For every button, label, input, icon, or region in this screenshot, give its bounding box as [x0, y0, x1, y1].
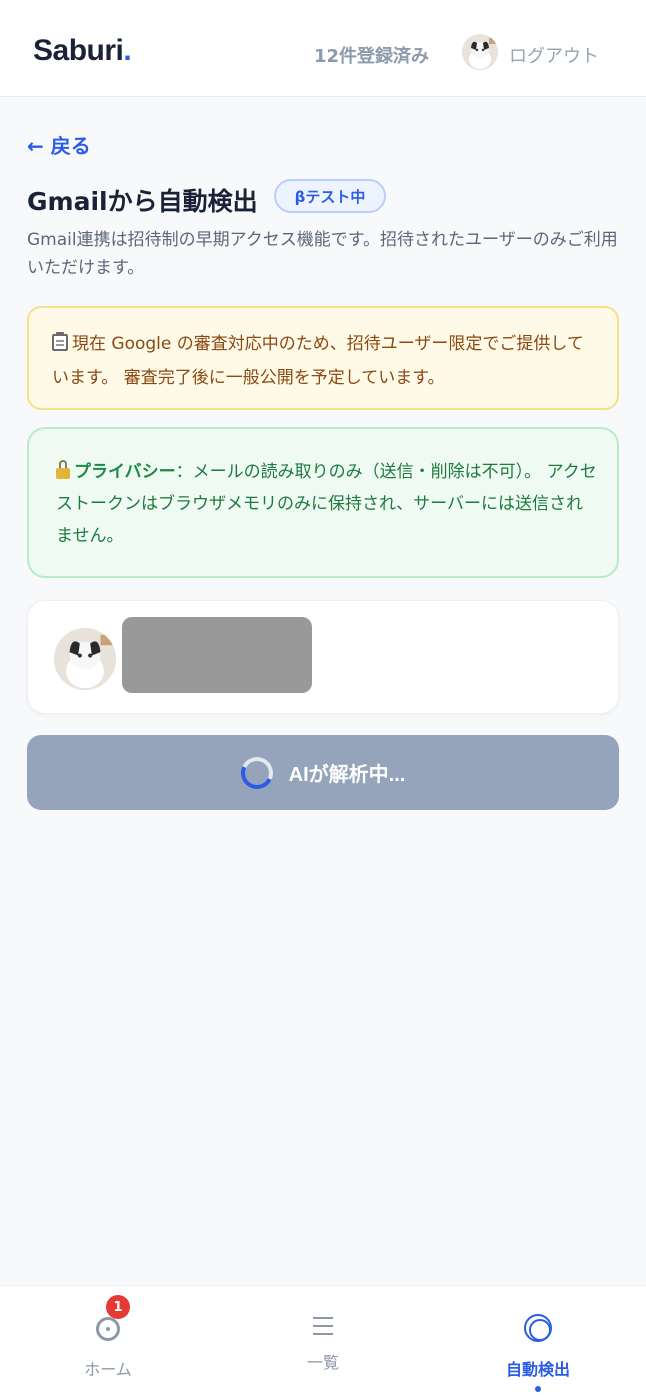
saburi-logo[interactable]: Saburi.	[33, 34, 132, 68]
logout-link[interactable]: ログアウト	[509, 42, 599, 68]
cat-avatar-image	[462, 34, 498, 70]
avatar[interactable]	[462, 34, 498, 70]
nav-item-list[interactable]: 一覧	[243, 1286, 403, 1400]
active-indicator-dot	[535, 1386, 541, 1392]
cat-avatar-image	[54, 628, 116, 690]
nav-label-home: ホーム	[84, 1360, 132, 1379]
page-title: Gmailから自動検出	[27, 187, 258, 216]
review-notice: 現在 Google の審査対応中のため、招待ユーザー限定でご提供しています。 審…	[27, 306, 619, 410]
notification-badge: 1	[106, 1295, 130, 1319]
analyze-button-label: AIが解析中...	[288, 764, 406, 786]
gmail-account-card	[27, 600, 619, 714]
notice-text: 現在 Google の審査対応中のため、招待ユーザー限定でご提供しています。 審…	[52, 334, 584, 388]
home-circle-icon	[96, 1317, 120, 1341]
privacy-label: プライバシー	[74, 462, 176, 482]
registered-count: 12件登録済み	[314, 46, 430, 67]
beta-badge: βテスト中	[274, 179, 386, 213]
list-icon	[313, 1317, 333, 1335]
redacted-account-info	[122, 617, 312, 693]
nav-item-home[interactable]: 1 ホーム	[28, 1286, 188, 1400]
avatar	[54, 628, 116, 690]
ai-analyze-button[interactable]: AIが解析中...	[27, 735, 619, 810]
clipboard-icon	[52, 332, 68, 351]
back-link[interactable]: ← 戻る	[27, 130, 91, 159]
nav-item-auto-detect[interactable]: 自動検出	[458, 1286, 618, 1400]
privacy-notice: プライバシー：メールの読み取りのみ（送信・削除は不可）。 アクセストークンはブラ…	[27, 427, 619, 578]
page-description: Gmail連携は招待制の早期アクセス機能です。招待されたユーザーのみご利用いただ…	[27, 230, 618, 278]
nav-label-auto-detect: 自動検出	[505, 1360, 570, 1379]
lock-icon	[56, 460, 70, 479]
bottom-navigation: 1 ホーム 一覧 自動検出	[0, 1285, 646, 1400]
nav-label-list: 一覧	[306, 1353, 339, 1372]
app-header: Saburi. 12件登録済み ログアウト	[0, 0, 646, 97]
loading-spinner-icon	[236, 751, 278, 794]
target-icon	[524, 1314, 552, 1342]
